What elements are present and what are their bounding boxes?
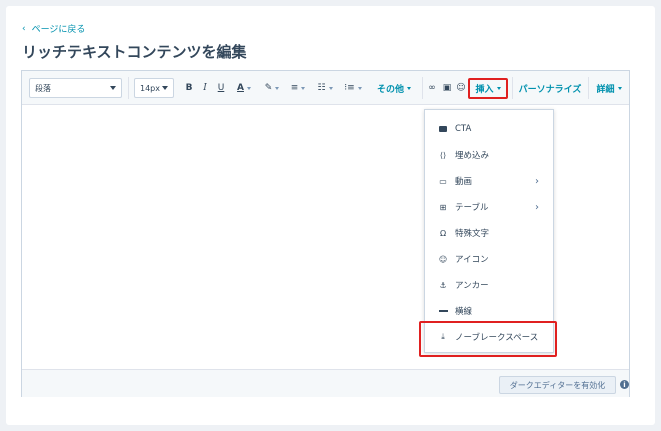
enable-dark-editor-button[interactable]: ダークエディターを有効化 — [499, 376, 616, 394]
menu-item-table[interactable]: ⊞ テーブル › — [425, 194, 553, 220]
menu-item-label: 動画 — [455, 177, 473, 187]
toolbar-divider — [512, 77, 513, 99]
bullet-list-button[interactable]: ☷ — [314, 81, 336, 95]
bold-button[interactable]: B — [184, 81, 194, 95]
menu-item-label: 特殊文字 — [455, 229, 490, 239]
menu-item-cta[interactable]: CTA — [425, 116, 553, 142]
text-color-button[interactable]: A — [233, 81, 255, 95]
align-left-icon: ≡ — [290, 83, 299, 93]
numbered-list-button[interactable]: ⁝≡ — [342, 81, 364, 95]
menu-item-icon[interactable]: ☺ アイコン — [425, 246, 553, 272]
italic-button[interactable]: I — [200, 81, 210, 95]
menu-item-label: CTA — [455, 124, 472, 134]
caret-down-icon — [162, 86, 168, 90]
editor-footer: ダークエディターを有効化 i — [22, 369, 629, 397]
chevron-left-icon: ‹ — [22, 23, 26, 34]
horizontal-line-icon — [438, 310, 448, 312]
menu-item-embed[interactable]: ⟨⟩ 埋め込み — [425, 142, 553, 168]
font-size-select[interactable]: 14px — [134, 78, 174, 98]
caret-down-icon — [246, 86, 251, 90]
advanced-menu-label: 詳細 — [596, 84, 615, 95]
chevron-right-icon: › — [535, 201, 539, 213]
personalize-button[interactable]: パーソナライズ — [518, 81, 582, 95]
more-menu-label: その他 — [376, 84, 404, 95]
link-button[interactable]: ∞ — [427, 81, 437, 95]
embed-code-icon: ⟨⟩ — [439, 150, 447, 160]
video-icon: ▭ — [439, 176, 447, 186]
image-button[interactable]: ▣ — [442, 81, 452, 95]
bullet-list-icon: ☷ — [317, 83, 326, 93]
image-icon: ▣ — [442, 83, 452, 93]
back-link-label: ページに戻る — [31, 25, 86, 35]
highlight-color-button[interactable]: ✎ — [262, 81, 282, 95]
toolbar-divider — [422, 77, 423, 99]
back-to-page-link[interactable]: ‹ ページに戻る — [22, 22, 86, 36]
caret-down-icon — [301, 86, 306, 90]
info-icon[interactable]: i — [620, 380, 629, 389]
advanced-menu-button[interactable]: 詳細 — [594, 81, 624, 95]
menu-item-label: アンカー — [455, 281, 489, 291]
marker-pen-icon: ✎ — [264, 83, 273, 93]
cta-icon — [438, 126, 448, 132]
toolbar-divider — [128, 77, 129, 99]
toolbar-divider — [588, 77, 589, 99]
link-icon: ∞ — [428, 83, 436, 93]
omega-icon: Ω — [439, 228, 447, 238]
menu-item-anchor[interactable]: ⚓ アンカー — [425, 272, 553, 298]
underline-button[interactable]: U — [216, 81, 226, 95]
text-color-label: A — [237, 83, 244, 93]
menu-item-label: アイコン — [455, 255, 489, 265]
caret-down-icon — [110, 86, 116, 90]
paragraph-style-select[interactable]: 段落 — [29, 78, 122, 98]
emoji-button[interactable]: ☺ — [456, 81, 466, 95]
non-breaking-space-highlight-frame — [419, 321, 557, 357]
menu-item-label: 埋め込み — [455, 151, 490, 161]
menu-item-label: テーブル — [455, 203, 489, 213]
caret-down-icon — [357, 86, 362, 90]
font-size-value: 14px — [140, 83, 160, 93]
align-button[interactable]: ≡ — [288, 81, 308, 95]
insert-highlight-frame — [468, 78, 508, 99]
emoji-icon: ☺ — [456, 83, 466, 93]
menu-item-special-characters[interactable]: Ω 特殊文字 — [425, 220, 553, 246]
menu-item-label: 横線 — [455, 307, 473, 317]
menu-item-video[interactable]: ▭ 動画 › — [425, 168, 553, 194]
anchor-icon: ⚓ — [439, 280, 447, 290]
emoji-icon: ☺ — [438, 254, 448, 264]
editor-toolbar: 段落 14px B I U A ✎ ≡ ☷ ⁝≡ その他 ∞ ▣ ☺ 挿入 パー… — [22, 71, 629, 105]
caret-down-icon — [275, 86, 280, 90]
insert-dropdown-menu: CTA ⟨⟩ 埋め込み ▭ 動画 › ⊞ テーブル › Ω 特殊文字 ☺ アイコ… — [424, 109, 554, 353]
caret-down-icon — [328, 86, 333, 90]
numbered-list-icon: ⁝≡ — [344, 83, 355, 93]
chevron-right-icon: › — [535, 175, 539, 187]
caret-down-icon — [407, 86, 411, 90]
paragraph-style-value: 段落 — [35, 83, 51, 93]
table-icon: ⊞ — [439, 202, 447, 212]
more-menu-button[interactable]: その他 — [372, 81, 416, 95]
caret-down-icon — [617, 86, 622, 90]
page-title: リッチテキストコンテンツを編集 — [22, 43, 247, 61]
